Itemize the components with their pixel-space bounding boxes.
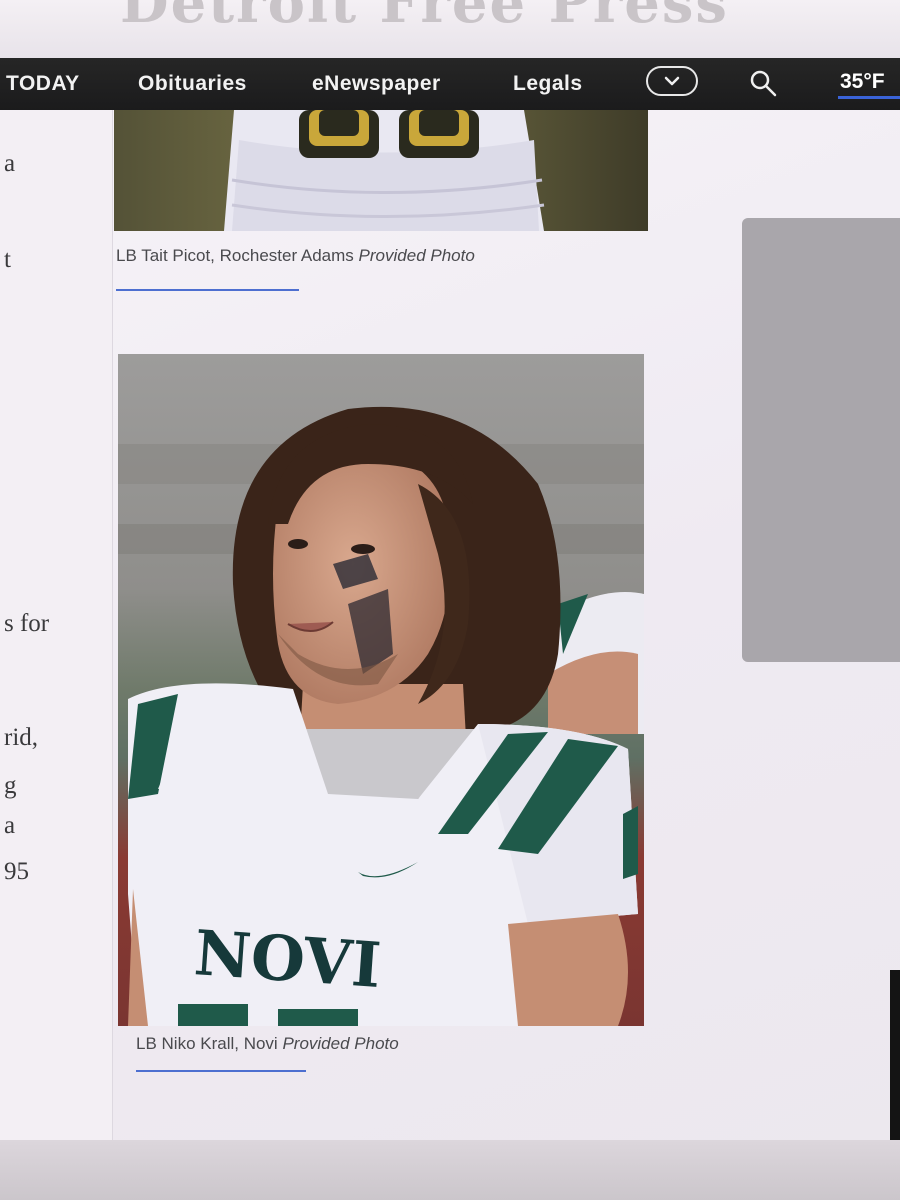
article-text-fragment: g: [4, 772, 17, 799]
more-menu-button[interactable]: [646, 66, 698, 96]
article-text-fragment: a: [4, 812, 16, 839]
article-text-fragment: rid,: [4, 724, 39, 751]
article-page: a t s for rid, g a 95 LB Tait Picot, Roc…: [0, 110, 900, 1200]
nav-item-today[interactable]: TODAY: [6, 72, 80, 96]
top-nav-bar: TODAY Obituaries eNewspaper Legals 35°F: [0, 58, 900, 110]
article-text-fragment: 95: [4, 858, 29, 885]
article-text-column: a t s for rid, g a 95: [0, 110, 112, 1200]
nav-item-enewspaper[interactable]: eNewspaper: [312, 72, 441, 96]
weather-temperature[interactable]: 35°F: [840, 70, 885, 94]
photo-caption: LB Tait Picot, Rochester Adams Provided …: [116, 246, 475, 266]
jersey-text: NOVI: [192, 916, 383, 1002]
article-text-fragment: a: [4, 150, 16, 177]
photo-niko-krall[interactable]: NOVI: [118, 354, 644, 1026]
nav-item-legals[interactable]: Legals: [513, 72, 583, 96]
article-text-fragment: t: [4, 246, 11, 273]
photo-credit: Provided Photo: [282, 1034, 399, 1053]
sidebar-ad-placeholder[interactable]: [742, 218, 900, 662]
photo-caption-text: LB Tait Picot, Rochester Adams: [116, 246, 354, 265]
caption-rule: [136, 1070, 306, 1072]
photo-credit: Provided Photo: [358, 246, 475, 265]
monitor-bezel: [0, 1140, 900, 1200]
caption-rule: [116, 289, 299, 291]
player-photo-image: NOVI: [118, 354, 644, 1026]
photo-caption: LB Niko Krall, Novi Provided Photo: [136, 1034, 399, 1054]
nav-item-obituaries[interactable]: Obituaries: [138, 72, 247, 96]
player-photo-image: [224, 110, 545, 231]
masthead: Detroit Free Press: [0, 0, 900, 58]
site-logo[interactable]: Detroit Free Press: [120, 0, 729, 36]
weather-underline: [838, 96, 900, 99]
column-divider: [112, 110, 113, 1200]
search-icon[interactable]: [748, 68, 778, 98]
photo-caption-text: LB Niko Krall, Novi: [136, 1034, 278, 1053]
article-text-fragment: s for: [4, 610, 50, 637]
photo-tait-picot[interactable]: [114, 110, 648, 231]
chevron-down-icon: [664, 76, 680, 86]
